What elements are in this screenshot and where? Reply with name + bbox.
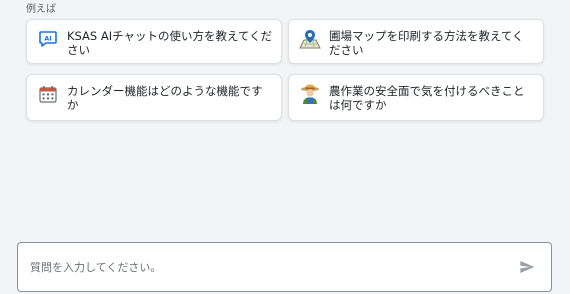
map-pin-icon: [299, 28, 321, 50]
suggestion-label: 圃場マップを印刷する方法を教えてください: [329, 29, 524, 57]
suggestion-label: KSAS AIチャットの使い方を教えてください: [67, 29, 273, 57]
suggestion-card-ksas-ai-usage[interactable]: AI KSAS AIチャットの使い方を教えてください: [26, 19, 282, 64]
chat-input-box: [17, 242, 552, 292]
chat-screen: 例えば AI KSAS AIチャットの使い方を教えてください 圃場マップを印刷す…: [0, 0, 570, 294]
question-input[interactable]: [28, 251, 513, 283]
calendar-icon: [37, 83, 59, 105]
suggestion-label: 農作業の安全面で気を付けるべきことは何ですか: [329, 84, 525, 112]
suggestion-card-print-field-map[interactable]: 圃場マップを印刷する方法を教えてください: [288, 19, 544, 64]
examples-heading: 例えば: [26, 4, 56, 15]
ai-chat-icon: AI: [37, 28, 59, 50]
farmer-icon: [299, 83, 321, 105]
send-button[interactable]: [513, 253, 541, 281]
svg-text:AI: AI: [44, 35, 51, 43]
suggestion-label: カレンダー機能はどのような機能ですか: [67, 84, 263, 112]
suggestion-card-farm-safety[interactable]: 農作業の安全面で気を付けるべきことは何ですか: [288, 74, 544, 121]
send-icon: [520, 261, 535, 273]
suggestion-card-calendar-feature[interactable]: カレンダー機能はどのような機能ですか: [26, 74, 282, 121]
